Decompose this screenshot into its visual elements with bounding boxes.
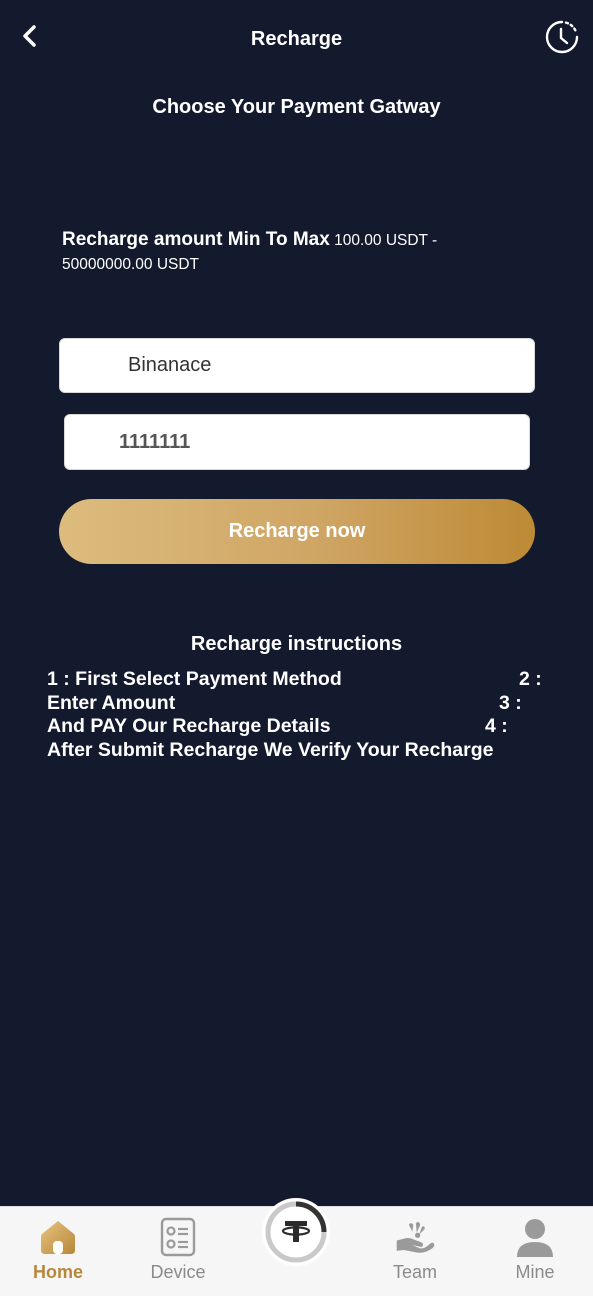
tab-mine[interactable]: Mine <box>480 1207 590 1296</box>
amount-input[interactable] <box>119 430 529 454</box>
payment-method-select[interactable]: Binanace <box>59 338 535 393</box>
tab-mine-label: Mine <box>515 1262 555 1282</box>
tab-home[interactable]: Home <box>3 1207 113 1296</box>
team-hand-icon <box>396 1222 435 1253</box>
recharge-now-button[interactable]: Recharge now <box>59 499 535 564</box>
payment-method-value: Binanace <box>128 354 212 376</box>
instruction-row: After Submit Recharge We Verify Your Rec… <box>47 739 547 763</box>
tab-team-label: Team <box>392 1262 437 1282</box>
page-title: Recharge <box>250 28 343 50</box>
tab-device-label: Device <box>150 1262 206 1282</box>
tab-home-label: Home <box>32 1262 83 1282</box>
user-icon <box>517 1219 553 1257</box>
instruction-text: And PAY Our Recharge Details <box>47 715 331 737</box>
instruction-row: 1 : First Select Payment Method 2 : <box>47 668 547 692</box>
instruction-row: And PAY Our Recharge Details 4 : <box>47 715 547 739</box>
instruction-text: After Submit Recharge We Verify Your Rec… <box>47 738 494 761</box>
instructions-title: Recharge instructions <box>190 633 403 655</box>
header: Recharge <box>0 0 593 78</box>
recharge-range: Recharge amount Min To Max 100.00 USDT -… <box>62 228 492 277</box>
instruction-row: Enter Amount 3 : <box>47 692 547 716</box>
clock-history-icon <box>545 20 579 54</box>
instructions-list: 1 : First Select Payment Method 2 : Ente… <box>47 668 547 762</box>
instruction-text: Enter Amount <box>47 691 176 714</box>
tab-device[interactable]: Device <box>123 1207 233 1296</box>
amount-field[interactable] <box>64 414 530 470</box>
gateway-subtitle: Choose Your Payment Gatway <box>152 96 441 118</box>
home-icon <box>41 1221 75 1254</box>
tether-coin-icon <box>265 1201 327 1263</box>
range-label: Recharge amount Min To Max <box>62 229 330 250</box>
instruction-text: 1 : First Select Payment Method <box>47 668 342 690</box>
instruction-number: 3 : <box>499 691 522 714</box>
tab-tether[interactable] <box>262 1198 330 1266</box>
device-list-icon <box>160 1217 196 1257</box>
instruction-number: 4 : <box>485 715 508 737</box>
history-button[interactable] <box>543 18 581 56</box>
tab-team[interactable]: Team <box>360 1207 470 1296</box>
instruction-number: 2 : <box>519 668 542 690</box>
